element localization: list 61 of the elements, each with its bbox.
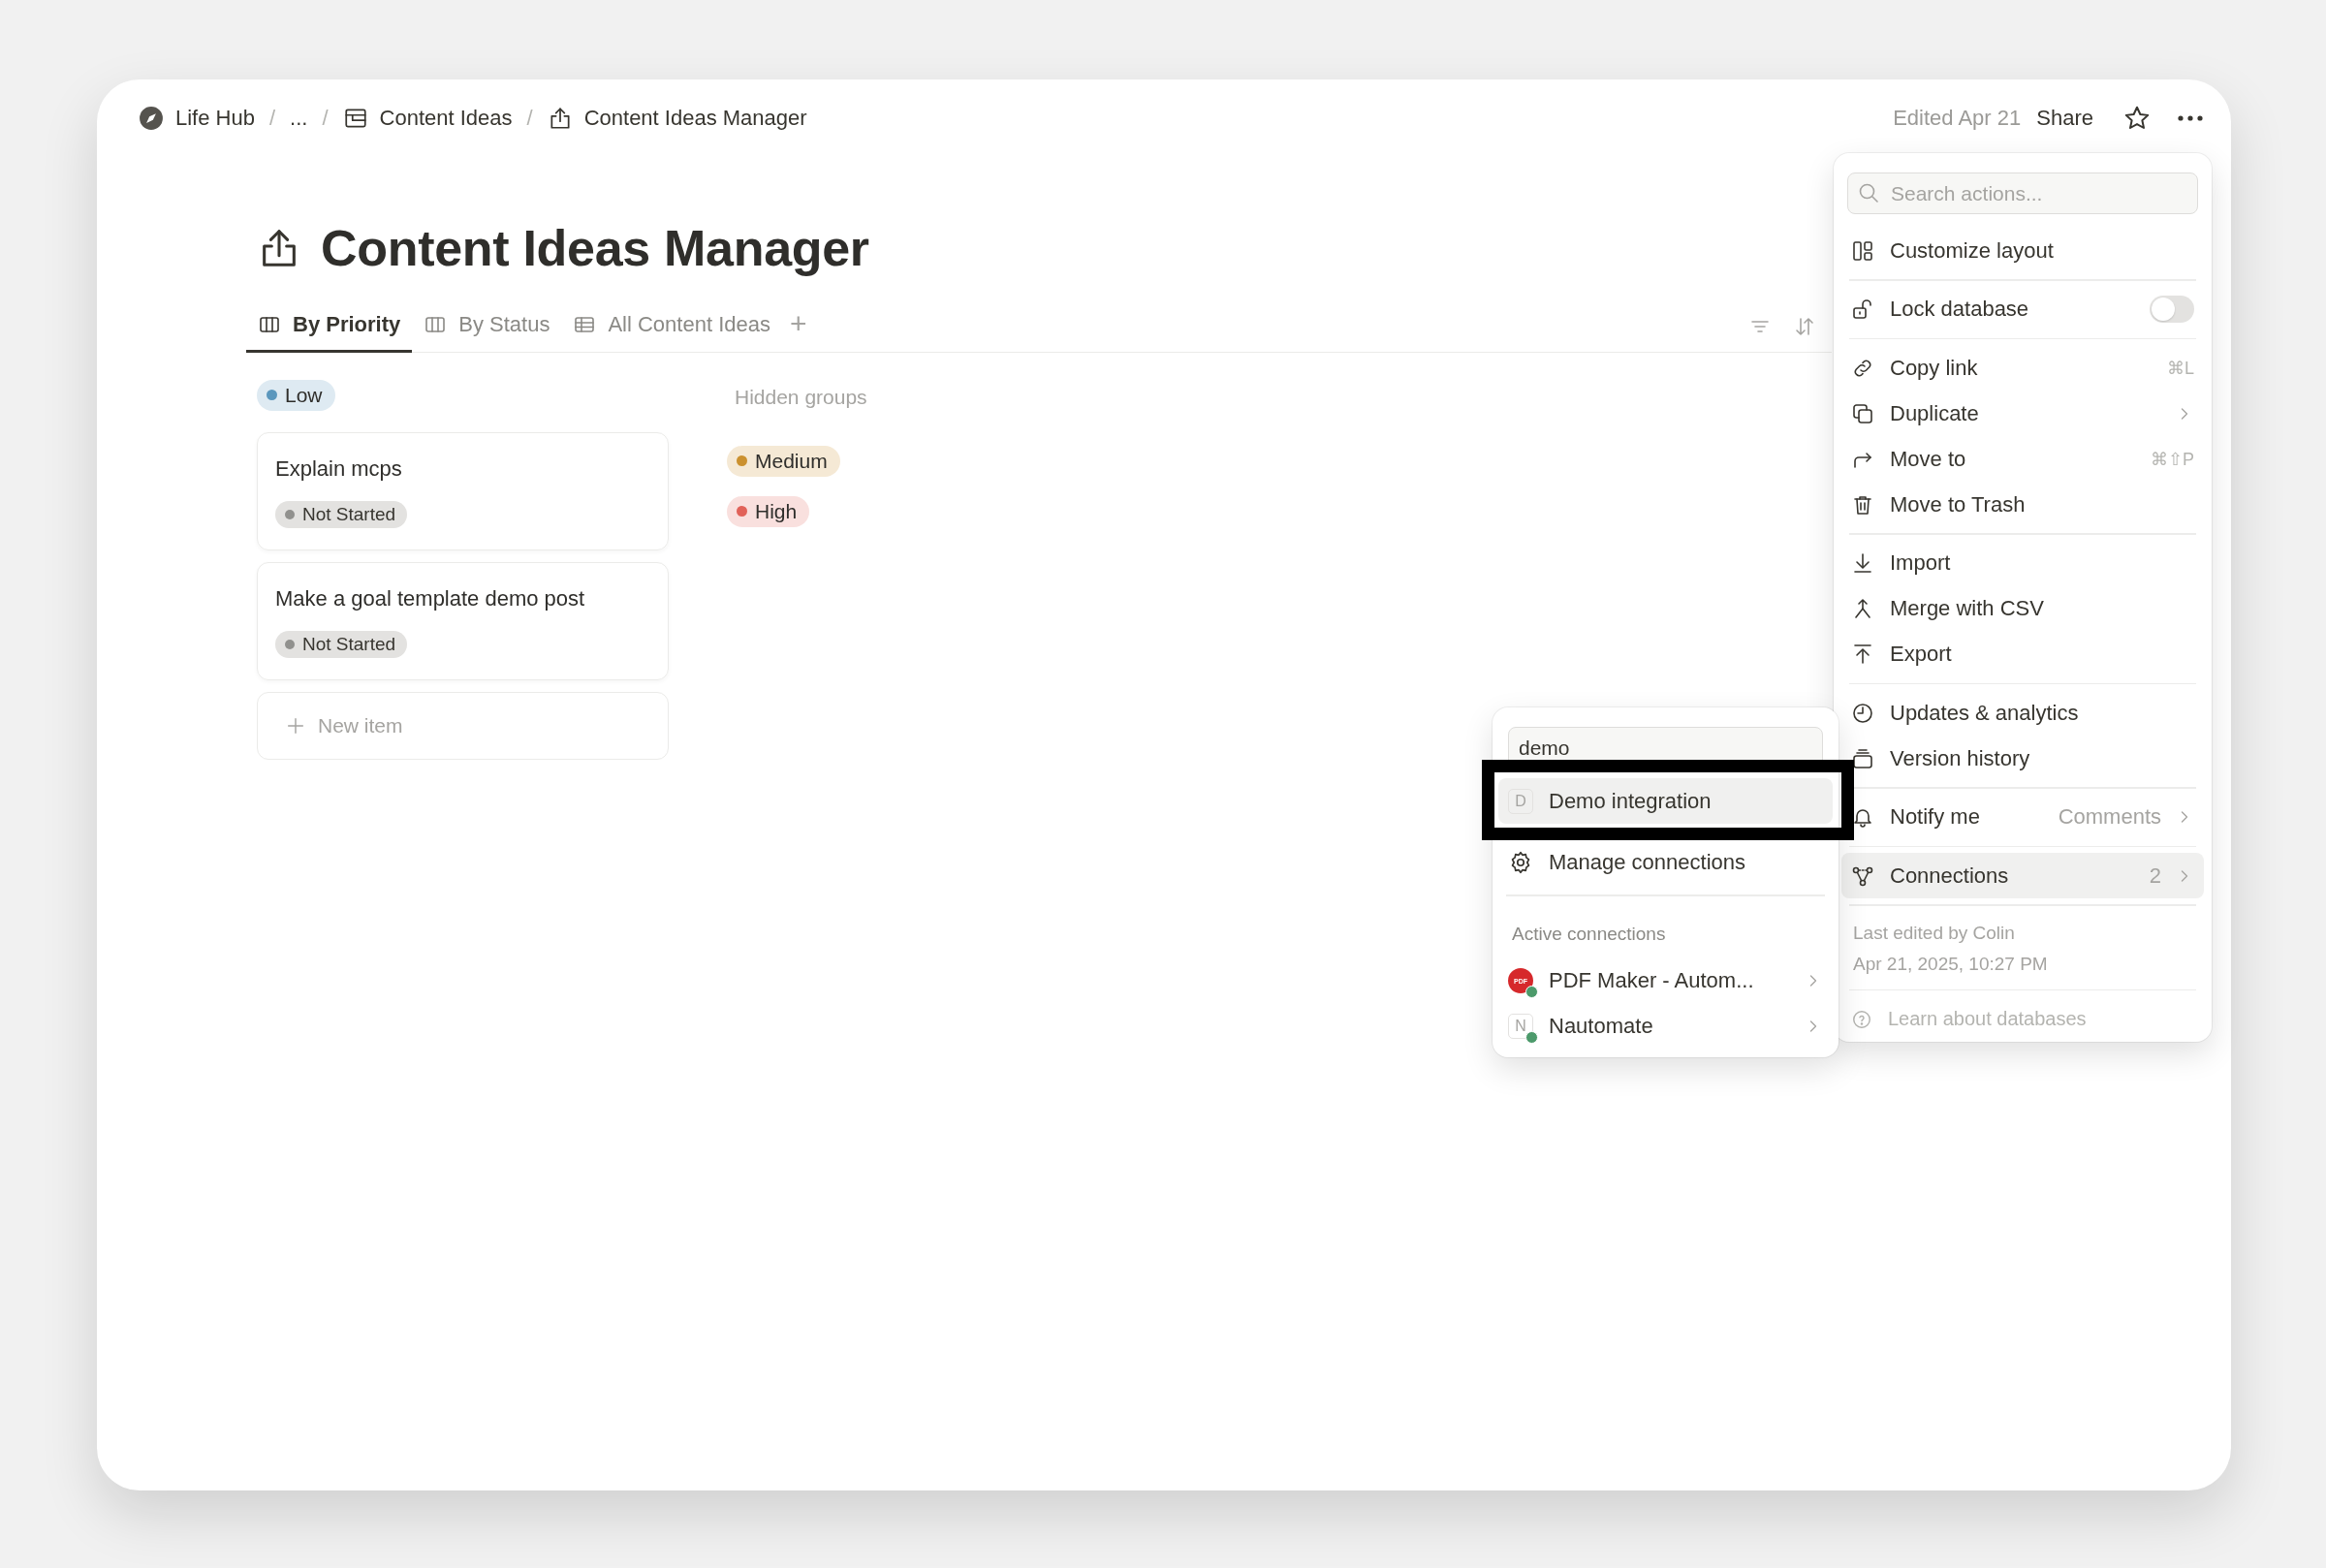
question-icon bbox=[1851, 1008, 1872, 1030]
letter-icon: D bbox=[1508, 788, 1533, 814]
menu-item[interactable]: Export bbox=[1841, 631, 2204, 677]
menu-item[interactable]: Copy link ⌘L bbox=[1841, 345, 2204, 391]
group-tag: High bbox=[727, 495, 810, 527]
menu-item[interactable]: Merge with CSV bbox=[1841, 585, 2204, 632]
board-card[interactable]: Make a goal template demo post Not Started bbox=[257, 561, 669, 680]
notify-value: Comments bbox=[2058, 804, 2161, 830]
keyboard-shortcut: ⌘L bbox=[2167, 357, 2194, 379]
menu-item[interactable]: Import bbox=[1841, 540, 2204, 586]
last-edited-text: Apr 21, 2025, 10:27 PM bbox=[1853, 952, 2049, 976]
status-tag: Not Started bbox=[275, 630, 408, 658]
menu-item[interactable]: Notify me Comments bbox=[1841, 794, 2204, 840]
database-icon bbox=[342, 106, 368, 131]
group-tag: Medium bbox=[727, 445, 840, 477]
breadcrumb-item[interactable]: Life Hub bbox=[139, 106, 255, 131]
card-title: Make a goal template demo post bbox=[275, 585, 585, 612]
clock-icon bbox=[1851, 701, 1874, 725]
view-tab[interactable]: All Content Ideas bbox=[561, 300, 782, 353]
padlock-icon bbox=[1851, 298, 1874, 321]
menu-item[interactable]: Lock database bbox=[1841, 286, 2204, 332]
menu-item[interactable]: Connections 2 bbox=[1841, 853, 2204, 898]
section-heading: Active connections bbox=[1511, 922, 1667, 946]
breadcrumb-item[interactable]: Content Ideas bbox=[342, 106, 513, 131]
edited-date: Edited Apr 21 bbox=[1893, 106, 2022, 131]
search-field[interactable]: Search actions... bbox=[1847, 172, 2198, 214]
copy-icon bbox=[1851, 401, 1874, 425]
breadcrumb-item[interactable]: ... bbox=[290, 106, 308, 131]
last-edited-text: Last edited by Colin bbox=[1853, 921, 2016, 945]
menu-item[interactable]: Duplicate bbox=[1841, 391, 2204, 436]
manage-connections-item[interactable]: Manage connections bbox=[1498, 839, 1833, 885]
breadcrumb-separator: / bbox=[322, 106, 329, 131]
search-icon bbox=[1857, 181, 1880, 204]
upload-icon bbox=[1851, 643, 1874, 666]
download-icon bbox=[1851, 551, 1874, 575]
stack-icon bbox=[1851, 746, 1874, 770]
board-card[interactable]: Explain mcps Not Started bbox=[257, 431, 669, 550]
hidden-groups-label: Hidden groups bbox=[734, 384, 867, 410]
more-icon[interactable] bbox=[2177, 114, 2204, 122]
connection-item[interactable]: N Nautomate bbox=[1498, 1003, 1833, 1050]
breadcrumb-item[interactable]: Content Ideas Manager bbox=[547, 106, 807, 131]
layout-icon bbox=[1851, 238, 1874, 263]
card-title: Explain mcps bbox=[275, 455, 402, 482]
menu-item[interactable]: Updates & analytics bbox=[1841, 690, 2204, 736]
breadcrumb-separator: / bbox=[526, 106, 533, 131]
lock-toggle[interactable] bbox=[2150, 296, 2194, 323]
menu-item[interactable]: Move to ⌘⇧P bbox=[1841, 436, 2204, 482]
page-title: Content Ideas Manager bbox=[321, 219, 869, 277]
menu-item[interactable]: Customize layout bbox=[1841, 228, 2204, 273]
menu-item[interactable]: Move to Trash bbox=[1841, 482, 2204, 527]
share-button[interactable]: Share bbox=[2036, 106, 2093, 131]
view-tab[interactable]: By Status bbox=[412, 300, 562, 353]
view-tab[interactable]: By Priority bbox=[246, 300, 413, 353]
keyboard-shortcut: ⌘⇧P bbox=[2151, 448, 2194, 470]
breadcrumb-separator: / bbox=[268, 106, 276, 131]
integration-item[interactable]: D Demo integration bbox=[1498, 778, 1833, 824]
status-tag: Not Started bbox=[275, 500, 408, 528]
connections-count: 2 bbox=[2149, 862, 2161, 889]
group-tag: Low bbox=[257, 379, 335, 411]
menu-item[interactable]: Version history bbox=[1841, 736, 2204, 781]
compass-icon bbox=[139, 106, 164, 131]
